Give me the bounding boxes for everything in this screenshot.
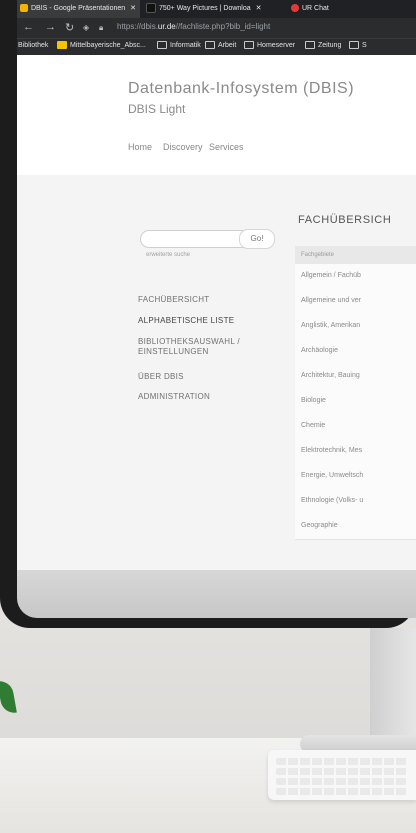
chat-icon: [291, 4, 299, 13]
table-row[interactable]: Anglistik, Amerikan: [295, 314, 416, 340]
monitor-screen: DBIS - Google Präsentationen ✕ 750+ Way …: [17, 0, 416, 570]
table-row[interactable]: Architektur, Bauing: [295, 364, 416, 390]
table-row[interactable]: Allgemein / Fachüb: [295, 264, 416, 290]
row-label: Anglistik, Amerikan: [301, 322, 361, 329]
site-title: Datenbank-Infosystem (DBIS): [128, 80, 355, 97]
tab-ur-chat[interactable]: UR Chat: [287, 0, 407, 18]
google-slides-icon: [20, 4, 28, 13]
folder-icon: [349, 41, 359, 49]
monitor-bezel: DBIS - Google Präsentationen ✕ 750+ Way …: [0, 0, 416, 628]
tab-pictures[interactable]: 750+ Way Pictures | Downloa ✕: [142, 0, 282, 18]
bookmark-zeitung[interactable]: Zeitung: [305, 41, 341, 49]
nav-home[interactable]: Home: [128, 142, 152, 152]
menu-administration[interactable]: ADMINISTRATION: [138, 392, 210, 402]
tab-close-icon[interactable]: ✕: [130, 5, 136, 12]
nav-services[interactable]: Services: [209, 142, 244, 152]
tab-label: DBIS - Google Präsentationen: [31, 5, 126, 12]
forward-arrow-icon[interactable]: →: [45, 21, 56, 33]
plant-leaf: [0, 679, 17, 715]
row-label: Elektrotechnik, Mes: [301, 447, 363, 454]
key-row: [276, 788, 408, 795]
table-row[interactable]: Archäologie: [295, 339, 416, 365]
row-label: Geographie: [301, 522, 338, 529]
table-header: Fachgebiete: [295, 246, 416, 264]
bookmark-label: Mittelbayerische_Absc...: [70, 41, 146, 49]
bookmark-informatik[interactable]: Informatik: [157, 41, 201, 49]
bookmark-label: Zeitung: [318, 41, 342, 49]
table-row[interactable]: Elektrotechnik, Mes: [295, 439, 416, 465]
bookmark-bibliothek[interactable]: Bibliothek: [17, 41, 48, 49]
bookmarks-bar: Bibliothek Mittelbayerische_Absc... Info…: [17, 38, 416, 55]
bookmark-label: Arbeit: [218, 41, 237, 49]
keyboard: [268, 750, 416, 800]
search-go-button[interactable]: Go!: [239, 229, 275, 249]
monitor-chin: [17, 570, 416, 618]
reload-icon[interactable]: ↻: [65, 21, 74, 34]
folder-icon: [205, 41, 215, 49]
site-icon: [146, 3, 156, 14]
tab-close-icon[interactable]: ✕: [256, 5, 262, 12]
bookmark-mittelbayerische[interactable]: Mittelbayerische_Absc...: [57, 41, 146, 49]
column-header: Fachgebiete: [301, 252, 335, 258]
bookmark-label: Informatik: [170, 41, 201, 49]
key-row: [276, 768, 408, 775]
row-label: Energie, Umweltsch: [301, 472, 364, 479]
bookmark-s[interactable]: S: [349, 41, 367, 49]
bookmark-label: Homeserver: [257, 41, 296, 49]
browser-tab-bar: DBIS - Google Präsentationen ✕ 750+ Way …: [17, 0, 416, 18]
row-label: Allgemein / Fachüb: [301, 272, 361, 279]
table-row[interactable]: Energie, Umweltsch: [295, 464, 416, 490]
row-label: Chemie: [301, 422, 326, 429]
nav-discovery[interactable]: Discovery: [163, 142, 203, 152]
row-label: Archäologie: [301, 347, 338, 354]
url-prefix: https://dbis.: [117, 22, 158, 31]
row-label: Biologie: [301, 397, 326, 404]
menu-fachuebersicht[interactable]: FACHÜBERSICHT: [138, 295, 209, 305]
tab-dbis-google-slides[interactable]: DBIS - Google Präsentationen ✕: [17, 0, 140, 18]
row-label: Allgemeine und ver: [301, 297, 361, 304]
bookmark-icon: [57, 41, 67, 49]
back-arrow-icon[interactable]: ←: [23, 21, 34, 33]
tab-label: UR Chat: [302, 5, 329, 12]
key-row: [276, 758, 408, 765]
bookmark-homeserver[interactable]: Homeserver: [244, 41, 295, 49]
menu-ueber-dbis[interactable]: ÜBER DBIS: [138, 372, 184, 382]
folder-icon: [244, 41, 254, 49]
menu-alphabetische-liste[interactable]: ALPHABETISCHE LISTE: [138, 316, 234, 326]
row-label: Architektur, Bauing: [301, 372, 360, 379]
folder-icon: [157, 41, 167, 49]
url-path: //fachliste.php?bib_id=light: [175, 22, 271, 31]
address-bar: ← → ↻ ◈ 🔒︎ https://dbis.ur.de//fachliste…: [17, 18, 416, 38]
table-row[interactable]: Geographie: [295, 514, 416, 540]
lock-icon[interactable]: 🔒︎: [99, 23, 103, 33]
site-subtitle: DBIS Light: [128, 102, 186, 116]
tab-label: 750+ Way Pictures | Downloa: [159, 5, 251, 12]
bookmark-label: Bibliothek: [18, 41, 49, 49]
table-row[interactable]: Ethnologie (Volks- u: [295, 489, 416, 515]
section-heading: FACHÜBERSICH: [298, 214, 392, 226]
row-label: Ethnologie (Volks- u: [301, 497, 364, 504]
bookmark-arbeit[interactable]: Arbeit: [205, 41, 236, 49]
menu-bibliotheksauswahl[interactable]: BIBLIOTHEKSAUSWAHL / EINSTELLUNGEN: [138, 337, 278, 357]
url-domain: ur.de: [157, 22, 176, 31]
table-row[interactable]: Biologie: [295, 389, 416, 415]
table-row[interactable]: Allgemeine und ver: [295, 289, 416, 315]
advanced-search-link[interactable]: erweiterte suche: [146, 252, 190, 258]
bookmark-label: S: [362, 41, 367, 49]
folder-icon: [305, 41, 315, 49]
shield-icon[interactable]: ◈: [83, 23, 89, 32]
key-row: [276, 778, 408, 785]
monitor-stand: [370, 628, 416, 738]
url-field[interactable]: https://dbis.ur.de//fachliste.php?bib_id…: [117, 22, 270, 31]
table-row[interactable]: Chemie: [295, 414, 416, 440]
